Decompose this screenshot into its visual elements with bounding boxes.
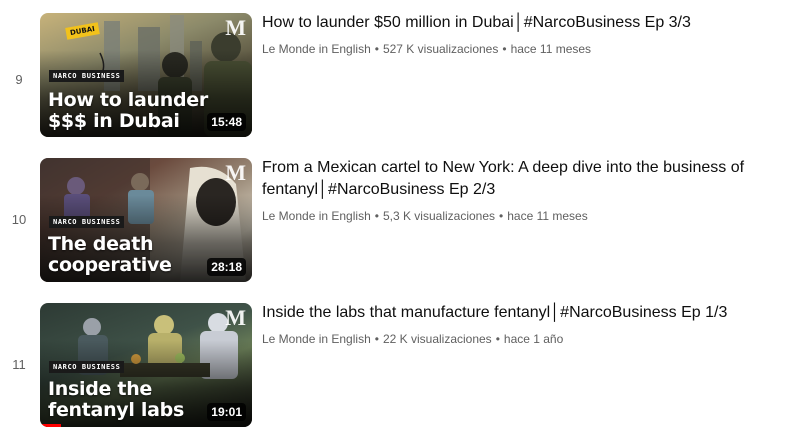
upload-age: hace 11 meses (507, 209, 588, 223)
series-tag: NARCO BUSINESS (49, 70, 125, 82)
video-title-link[interactable]: How to launder $50 million in Dubai│#Nar… (262, 12, 792, 34)
meta-separator: • (374, 209, 379, 223)
video-title-link[interactable]: Inside the labs that manufacture fentany… (262, 302, 792, 324)
upload-age: hace 1 año (503, 332, 564, 346)
watch-progress-bar (40, 424, 62, 427)
playlist-item[interactable]: 10 M NARCO BUSINESS The death cooperativ… (0, 155, 800, 283)
channel-name-link[interactable]: Le Monde in English (262, 42, 371, 56)
meta-separator: • (499, 209, 504, 223)
playlist-item-index: 9 (15, 72, 23, 87)
channel-name-link[interactable]: Le Monde in English (262, 209, 371, 223)
video-info: From a Mexican cartel to New York: A dee… (262, 157, 792, 223)
thumbnail-title: How to launder $$$ in Dubai (48, 89, 208, 132)
video-info: Inside the labs that manufacture fentany… (262, 302, 792, 346)
playlist-item[interactable]: 11 M NARCO BUSINESS Inside the fentanyl … (0, 300, 800, 428)
video-metadata: Le Monde in English • 5,3 K visualizacione… (262, 209, 792, 223)
le-monde-logo-icon: M (225, 15, 246, 40)
meta-separator: • (495, 332, 500, 346)
video-title-link[interactable]: From a Mexican cartel to New York: A dee… (262, 157, 792, 201)
view-count: 5,3 K visualizaciones (382, 209, 496, 223)
channel-name-link[interactable]: Le Monde in English (262, 332, 371, 346)
video-info: How to launder $50 million in Dubai│#Nar… (262, 12, 792, 56)
playlist-video-list: 9 DUBAI M NARCO BUSINESS How to launder … (0, 0, 800, 445)
video-thumbnail[interactable]: M NARCO BUSINESS The death cooperative 2… (40, 158, 252, 282)
view-count: 527 K visualizaciones (382, 42, 499, 56)
playlist-item-index: 10 (11, 212, 27, 227)
duration-badge: 15:48 (207, 113, 246, 131)
video-metadata: Le Monde in English • 22 K visualizaciones… (262, 332, 792, 346)
upload-age: hace 11 meses (510, 42, 592, 56)
le-monde-logo-icon: M (225, 305, 246, 330)
video-thumbnail[interactable]: DUBAI M NARCO BUSINESS How to launder $$… (40, 13, 252, 137)
playlist-item[interactable]: 9 DUBAI M NARCO BUSINESS How to launder … (0, 10, 800, 138)
le-monde-logo-icon: M (225, 160, 246, 185)
meta-separator: • (374, 42, 379, 56)
thumbnail-title: Inside the fentanyl labs (48, 378, 184, 421)
view-count: 22 K visualizaciones (382, 332, 492, 346)
thumbnail-title: The death cooperative (48, 233, 172, 276)
video-thumbnail[interactable]: M NARCO BUSINESS Inside the fentanyl lab… (40, 303, 252, 427)
meta-separator: • (502, 42, 507, 56)
playlist-item-index: 11 (12, 357, 26, 372)
duration-badge: 19:01 (207, 403, 246, 421)
video-metadata: Le Monde in English • 527 K visualizacione… (262, 42, 792, 56)
meta-separator: • (374, 332, 379, 346)
duration-badge: 28:18 (207, 258, 246, 276)
series-tag: NARCO BUSINESS (49, 361, 125, 373)
series-tag: NARCO BUSINESS (49, 216, 125, 228)
